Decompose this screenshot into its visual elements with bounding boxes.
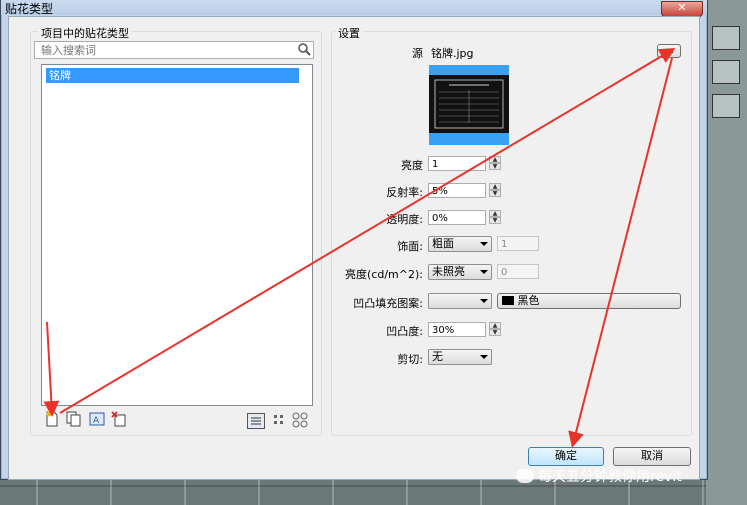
wechat-icon [516,469,534,483]
watermark: 每天五分钟教你用revit [516,466,682,486]
arrow-to-new-icon [43,321,60,417]
arrow-to-browse [59,47,676,414]
watermark-text: 每天五分钟教你用revit [538,469,682,485]
annotation-arrows [43,47,676,448]
arrow-to-ok [568,57,673,448]
